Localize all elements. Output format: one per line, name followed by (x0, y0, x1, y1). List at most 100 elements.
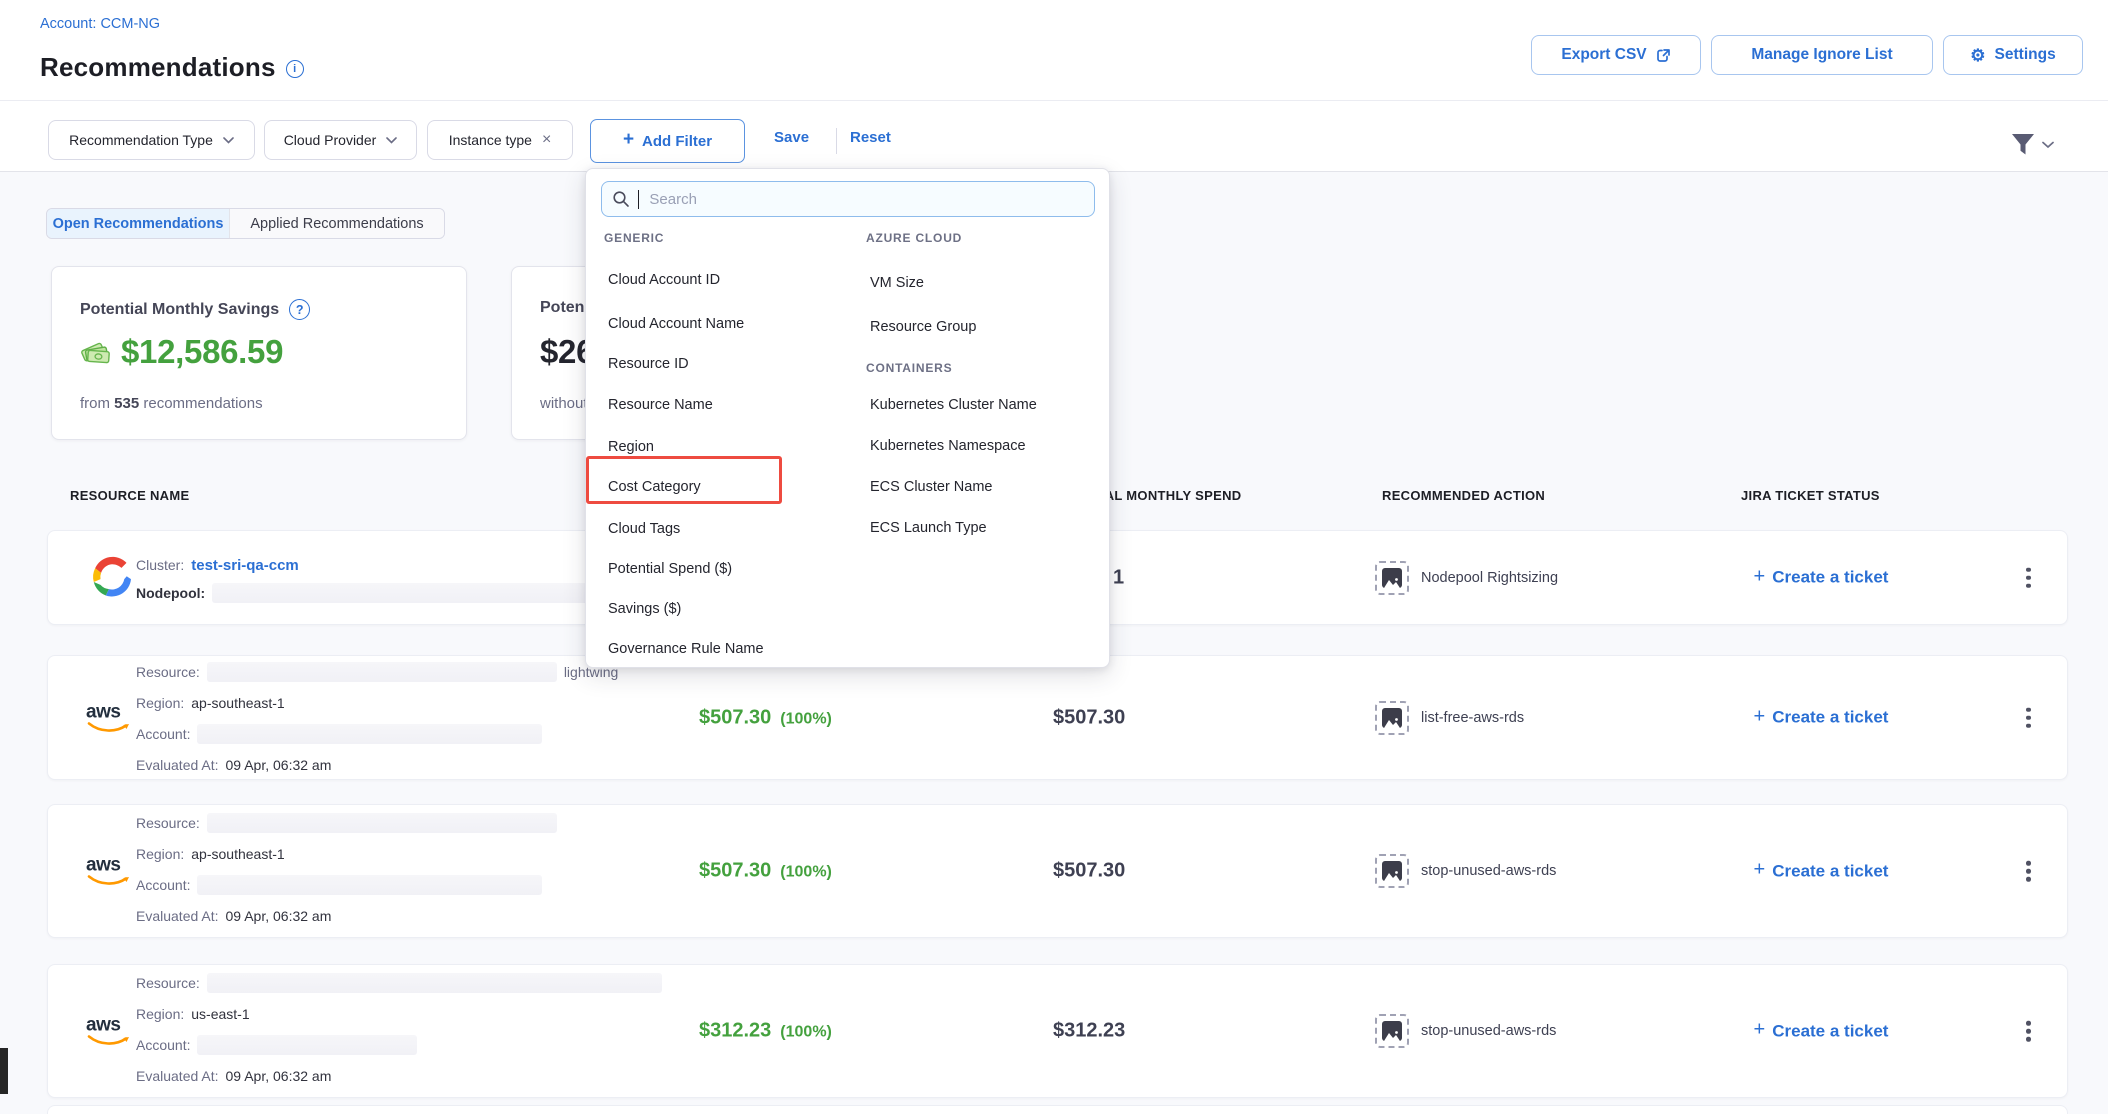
search-field[interactable] (601, 181, 1095, 217)
dropdown-item-ecs-launch-type[interactable]: ECS Launch Type (870, 520, 987, 540)
dropdown-item-cloud-account-id[interactable]: Cloud Account ID (608, 272, 720, 292)
plus-icon: + (1754, 565, 1766, 588)
save-button[interactable]: Save (774, 129, 809, 146)
cluster-label: Cluster: (136, 557, 184, 573)
filter-chip-cloud-provider[interactable]: Cloud Provider (264, 120, 417, 160)
image-placeholder-icon (1375, 701, 1409, 735)
tab-applied-recommendations[interactable]: Applied Recommendations (229, 209, 444, 238)
filter-menu-button[interactable] (2010, 133, 2054, 157)
settings-button[interactable]: ⚙ Settings (1943, 35, 2083, 75)
total-monthly-spend-value: $507.30 (1053, 860, 1125, 883)
add-filter-button[interactable]: + Add Filter (590, 119, 745, 163)
manage-ignore-list-button[interactable]: Manage Ignore List (1711, 35, 1933, 75)
dropdown-item-governance-rule-name[interactable]: Governance Rule Name (608, 641, 764, 661)
savings-value: $12,586.59 (121, 333, 283, 371)
dropdown-item-resource-group[interactable]: Resource Group (870, 319, 976, 339)
chip-label: Recommendation Type (69, 132, 213, 148)
dropdown-item-vm-size[interactable]: VM Size (870, 275, 924, 295)
breadcrumb[interactable]: Account: CCM-NG (40, 16, 160, 32)
chevron-down-icon (386, 137, 397, 144)
account-label: Account: (136, 877, 190, 893)
page-title: Recommendations (40, 52, 276, 83)
filter-chip-instance-type[interactable]: Instance type × (427, 120, 573, 160)
aws-logo-icon: aws (86, 856, 130, 887)
create-ticket-button[interactable]: + Create a ticket (1731, 567, 1911, 588)
resource-label: Resource: (136, 664, 200, 680)
dropdown-item-resource-name[interactable]: Resource Name (608, 397, 713, 417)
account-label: Account: (136, 1037, 190, 1053)
create-ticket-button[interactable]: + Create a ticket (1731, 1021, 1911, 1042)
export-csv-label: Export CSV (1561, 46, 1646, 64)
kebab-menu-button[interactable] (2020, 855, 2037, 888)
settings-label: Settings (1995, 46, 2056, 64)
chip-label: Cloud Provider (284, 132, 377, 148)
dropdown-item-savings[interactable]: Savings ($) (608, 601, 681, 621)
help-icon[interactable]: ? (289, 299, 310, 320)
region-value: us-east-1 (191, 1006, 249, 1022)
dropdown-item-cloud-tags[interactable]: Cloud Tags (608, 521, 680, 541)
gear-icon: ⚙ (1970, 47, 1985, 64)
divider (836, 128, 837, 154)
potential-monthly-savings-value: $507.30(100%) (699, 706, 832, 729)
cluster-name-link[interactable]: test-sri-qa-ccm (191, 557, 299, 574)
kebab-menu-button[interactable] (2020, 701, 2037, 734)
recommended-action-label: stop-unused-aws-rds (1421, 1023, 1556, 1039)
redacted-text (197, 875, 542, 895)
text-cursor (638, 190, 639, 209)
potential-monthly-savings-value: $507.30(100%) (699, 860, 832, 883)
recommendation-count: 535 (114, 395, 139, 412)
dropdown-item-cost-category[interactable]: Cost Category (608, 479, 701, 499)
column-header-resource-name: RESOURCE NAME (70, 488, 189, 503)
filter-chip-recommendation-type[interactable]: Recommendation Type (48, 120, 255, 160)
evaluated-at-value: 09 Apr, 06:32 am (226, 1068, 332, 1084)
dropdown-item-cloud-account-name[interactable]: Cloud Account Name (608, 316, 744, 336)
plus-icon: + (1754, 705, 1766, 728)
aws-logo-icon: aws (86, 1016, 130, 1047)
search-input[interactable] (647, 190, 1084, 209)
resource-label: Resource: (136, 815, 200, 831)
funnel-icon (2010, 133, 2036, 157)
recommendation-row[interactable]: aws Resource: Region: us-east-1 Account:… (47, 964, 2068, 1098)
potential-monthly-savings-card: Potential Monthly Savings ? $12,586.59 f… (51, 266, 467, 440)
dropdown-item-region[interactable]: Region (608, 439, 654, 459)
savings-card-title: Potential Monthly Savings (80, 301, 279, 319)
nodepool-label: Nodepool: (136, 585, 205, 601)
redacted-text (207, 662, 557, 682)
screen-artifact (0, 1048, 8, 1094)
dropdown-item-kubernetes-cluster-name[interactable]: Kubernetes Cluster Name (870, 397, 1037, 417)
recommended-action-label: Nodepool Rightsizing (1421, 570, 1558, 586)
region-label: Region: (136, 695, 184, 711)
dropdown-item-resource-id[interactable]: Resource ID (608, 356, 689, 376)
kebab-menu-button[interactable] (2020, 561, 2037, 594)
total-monthly-spend-value: 1 (1113, 566, 1124, 589)
chip-label: Instance type (449, 132, 532, 148)
chevron-down-icon (223, 137, 234, 144)
dropdown-item-kubernetes-namespace[interactable]: Kubernetes Namespace (870, 438, 1026, 458)
create-ticket-button[interactable]: + Create a ticket (1731, 707, 1911, 728)
dropdown-item-potential-spend[interactable]: Potential Spend ($) (608, 561, 732, 581)
section-header-azure-cloud: AZURE CLOUD (866, 231, 962, 245)
export-csv-button[interactable]: Export CSV (1531, 35, 1701, 75)
recommendation-row[interactable]: aws Resource: Region: ap-southeast-1 Acc… (47, 804, 2068, 938)
plus-icon: + (623, 129, 634, 151)
total-monthly-spend-value: $312.23 (1053, 1020, 1125, 1043)
reset-button[interactable]: Reset (850, 129, 891, 146)
dropdown-item-ecs-cluster-name[interactable]: ECS Cluster Name (870, 479, 992, 499)
recommended-action-label: list-free-aws-rds (1421, 710, 1524, 726)
tab-open-recommendations[interactable]: Open Recommendations (47, 209, 229, 238)
evaluated-at-label: Evaluated At: (136, 1068, 219, 1084)
resource-label: Resource: (136, 975, 200, 991)
create-ticket-button[interactable]: + Create a ticket (1731, 861, 1911, 882)
chevron-down-icon (2042, 141, 2054, 149)
account-label: Account: (136, 726, 190, 742)
kebab-menu-button[interactable] (2020, 1015, 2037, 1048)
close-icon[interactable]: × (542, 132, 551, 148)
column-header-jira-ticket-status: JIRA TICKET STATUS (1741, 488, 1880, 503)
create-ticket-label: Create a ticket (1772, 1021, 1888, 1041)
evaluated-at-label: Evaluated At: (136, 908, 219, 924)
image-placeholder-icon (1375, 854, 1409, 888)
info-icon[interactable]: i (286, 60, 304, 78)
redacted-text (212, 583, 612, 603)
recommendation-row[interactable]: aws Resource: lightwing Region: ap-south… (47, 655, 2068, 780)
add-filter-dropdown: GENERIC Cloud Account ID Cloud Account N… (585, 168, 1110, 668)
